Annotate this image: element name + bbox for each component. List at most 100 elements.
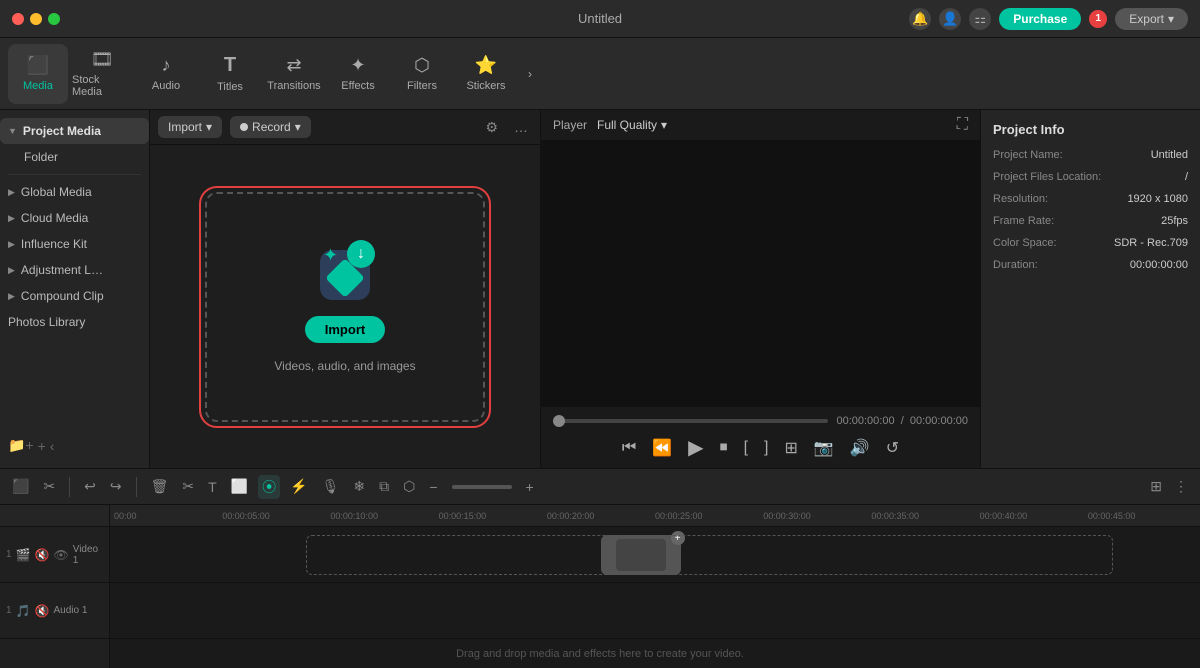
account-icon[interactable]: 👤 (939, 8, 961, 30)
add-item-icon[interactable]: + (38, 438, 46, 454)
timeline-transition-button[interactable]: ⬡ (399, 476, 419, 497)
timeline-magnet-button[interactable]: ⦿ (258, 475, 280, 499)
timeline-crop-button[interactable]: ⬜ (227, 476, 252, 497)
quality-selector[interactable]: Full Quality ▾ (597, 118, 667, 132)
play-button[interactable]: ▶ (688, 435, 703, 460)
bracket-in-button[interactable]: [ (744, 439, 748, 457)
timeline-redo-button[interactable]: ↪ (106, 476, 126, 497)
timeline-freeze-button[interactable]: ❄ (349, 476, 369, 497)
chevron-down-icon: ▾ (1168, 12, 1174, 26)
timeline-grid-button[interactable]: ⊞ (1146, 476, 1166, 497)
sidebar-item-compound-clip[interactable]: ▶ Compound Clip (0, 283, 149, 309)
info-label-name: Project Name: (993, 149, 1063, 161)
main-toolbar: ⬛ Media 🎞 Stock Media ♪ Audio T Titles ⇄… (0, 38, 1200, 110)
toolbar-item-stickers[interactable]: ⭐ Stickers (456, 44, 516, 104)
sidebar-item-adjustment[interactable]: ▶ Adjustment L… (0, 257, 149, 283)
toolbar-label-stock: Stock Media (72, 74, 132, 98)
timeline-trim-tool[interactable]: ✂ (39, 476, 59, 497)
import-label: Import (168, 120, 202, 134)
drop-hint-zone (306, 535, 1113, 575)
add-folder-icon[interactable]: 📁+ (8, 437, 34, 454)
player-expand-icon[interactable]: ⛶ (957, 116, 968, 134)
timeline-zoom-slider[interactable] (452, 485, 512, 489)
import-dropdown[interactable]: Import ▾ (158, 116, 222, 138)
video-track-header: 1 🎬 🔇 👁 Video 1 (0, 527, 109, 583)
sidebar-item-cloud-media[interactable]: ▶ Cloud Media (0, 205, 149, 231)
audio-track-number: 1 (6, 605, 12, 616)
info-value-duration: 00:00:00:00 (1130, 259, 1188, 271)
sidebar-label-cloud-media: Cloud Media (21, 211, 88, 225)
bracket-out-button[interactable]: ] (764, 439, 768, 457)
rotate-button[interactable]: ↺ (886, 438, 899, 458)
project-info-title: Project Info (993, 122, 1188, 137)
visibility-icon[interactable]: 👁 (53, 548, 68, 562)
sidebar-item-global-media[interactable]: ▶ Global Media (0, 179, 149, 205)
toolbar-item-stock[interactable]: 🎞 Stock Media (72, 44, 132, 104)
close-button[interactable] (12, 13, 24, 25)
import-subtitle: Videos, audio, and images (274, 359, 415, 373)
timeline-select-tool[interactable]: ⬛ (8, 476, 33, 497)
toolbar-item-titles[interactable]: T Titles (200, 44, 260, 104)
minimize-button[interactable] (30, 13, 42, 25)
toolbar-item-filters[interactable]: ⬡ Filters (392, 44, 452, 104)
player-toolbar: Player Full Quality ▾ ⛶ (541, 110, 980, 141)
export-button[interactable]: Export ▾ (1115, 8, 1188, 30)
sidebar-item-folder[interactable]: Folder (0, 144, 149, 170)
maximize-button[interactable] (48, 13, 60, 25)
audio-track-icon: 🎵 (16, 604, 31, 618)
ruler-spacer (0, 505, 109, 527)
more-options-icon[interactable]: … (510, 117, 532, 137)
traffic-lights (12, 13, 60, 25)
sidebar-item-photos-library[interactable]: Photos Library (0, 309, 149, 335)
rewind-button[interactable]: ⏮ (622, 439, 636, 457)
mute-audio-icon[interactable]: 🔇 (35, 604, 50, 618)
toolbar-label-audio: Audio (152, 80, 180, 92)
download-arrow-icon: ↓ (347, 240, 375, 268)
ruler-mark-1: 00:00:05:00 (222, 511, 330, 521)
timeline-speed-button[interactable]: ⚡ (286, 476, 311, 497)
project-info-panel: Project Info Project Name: Untitled Proj… (980, 110, 1200, 468)
timeline-content: 1 🎬 🔇 👁 Video 1 1 🎵 🔇 Audio 1 00: (0, 505, 1200, 668)
drop-hint-text: Drag and drop media and effects here to … (0, 648, 1200, 668)
video-track-icon: 🎬 (16, 548, 31, 562)
toolbar-item-transitions[interactable]: ⇄ Transitions (264, 44, 324, 104)
filter-icon[interactable]: ⚙ (481, 117, 502, 138)
audio-button[interactable]: 🔊 (850, 438, 870, 458)
stop-button[interactable]: ⏹ (720, 439, 728, 457)
sidebar-item-influence-kit[interactable]: ▶ Influence Kit (0, 231, 149, 257)
timeline-delete-button[interactable]: 🗑 (147, 476, 173, 497)
clip-to-timeline-button[interactable]: ⊞ (784, 438, 797, 458)
timeline-split-button[interactable]: ⧉ (375, 476, 393, 497)
step-back-button[interactable]: ⏪ (652, 438, 672, 458)
timeline-zoom-out-button[interactable]: − (425, 477, 441, 497)
record-dot-icon (240, 123, 248, 131)
collapse-icon[interactable]: ‹ (50, 438, 55, 454)
mute-icon[interactable]: 🔇 (35, 548, 50, 562)
player-label: Player (553, 118, 587, 132)
record-button[interactable]: Record ▾ (230, 116, 311, 138)
timeline-text-button[interactable]: T (204, 477, 221, 497)
timeline-undo-button[interactable]: ↩ (80, 476, 100, 497)
import-icon-wrapper: ↓ ✦ (315, 240, 375, 300)
timeline-right-tools: ⊞ ⋮ (1146, 476, 1192, 497)
media-toolbar-right: ⚙ … (481, 117, 532, 138)
chevron-right-icon: ▶ (8, 187, 15, 198)
toolbar-expand-button[interactable]: › (520, 44, 540, 104)
toolbar-item-effects[interactable]: ✦ Effects (328, 44, 388, 104)
import-dropzone[interactable]: ↓ ✦ Import Videos, audio, and images (205, 192, 485, 422)
progress-bar[interactable] (553, 419, 828, 423)
sidebar-item-project-media[interactable]: ▼ Project Media (0, 118, 149, 144)
apps-icon[interactable]: ⚏ (969, 8, 991, 30)
import-button[interactable]: Import (305, 316, 385, 343)
timeline-audio-button[interactable]: 🎙 (318, 476, 344, 497)
timeline-zoom-in-button[interactable]: + (522, 477, 538, 497)
ruler-mark-2: 00:00:10:00 (330, 511, 438, 521)
snapshot-button[interactable]: 📷 (814, 438, 834, 458)
toolbar-item-audio[interactable]: ♪ Audio (136, 44, 196, 104)
timeline-more-button[interactable]: ⋮ (1170, 476, 1192, 497)
ruler-mark-8: 00:00:40:00 (980, 511, 1088, 521)
timeline-cut-button[interactable]: ✂ (178, 476, 198, 497)
toolbar-item-media[interactable]: ⬛ Media (8, 44, 68, 104)
purchase-button[interactable]: Purchase (999, 8, 1081, 30)
notification-icon[interactable]: 🔔 (909, 8, 931, 30)
